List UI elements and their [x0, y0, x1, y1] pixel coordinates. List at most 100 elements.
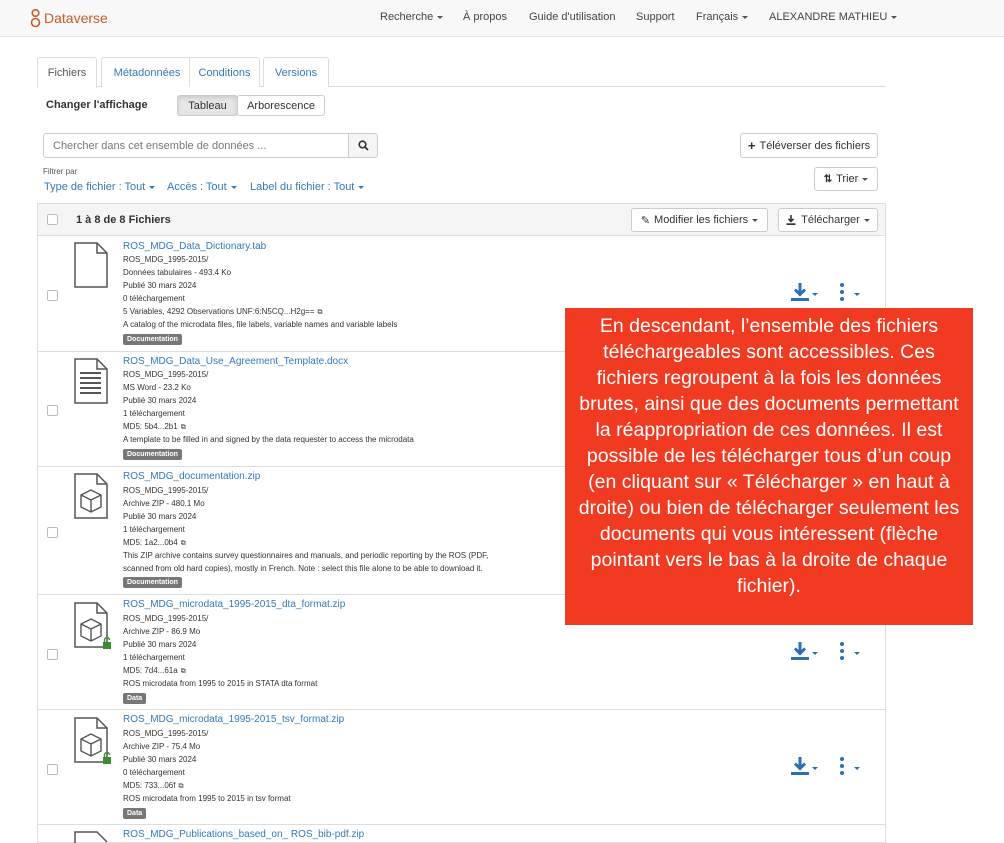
copy-icon[interactable]: ⧉: [181, 540, 186, 547]
tab-versions[interactable]: Versions: [263, 57, 329, 87]
files-count: 1 à 8 de 8 Fichiers: [76, 214, 171, 226]
file-name-link[interactable]: ROS_MDG_microdata_1995-2015_dta_format.z…: [123, 599, 345, 610]
file-row-checkbox[interactable]: [47, 405, 58, 416]
tab-metadata[interactable]: Métadonnées: [101, 57, 193, 87]
file-download-count: 0 téléchargement: [123, 294, 185, 303]
upload-files-label: Téléverser des fichiers: [759, 139, 871, 152]
file-name-link[interactable]: ROS_MDG_Data_Dictionary.tab: [123, 241, 266, 252]
download-all-label: Télécharger: [801, 214, 860, 226]
file-archive-restricted-icon: [74, 602, 111, 649]
dataset-search-input[interactable]: [43, 133, 349, 158]
copy-icon[interactable]: ⧉: [178, 783, 183, 790]
file-document-icon: [74, 358, 108, 404]
file-tag: Documentation: [123, 449, 182, 460]
file-description: A catalog of the microdata files, file l…: [123, 320, 398, 329]
file-description: ROS microdata from 1995 to 2015 in tsv f…: [123, 794, 291, 803]
nav-about[interactable]: À propos: [463, 11, 507, 23]
copy-icon[interactable]: ⧉: [318, 309, 323, 316]
chevron-down-icon[interactable]: [854, 767, 860, 770]
copy-icon[interactable]: ⧉: [181, 424, 186, 431]
filter-file-tag-label: Label du fichier : Tout: [250, 181, 355, 193]
file-row-checkbox[interactable]: [47, 527, 58, 538]
view-table-button[interactable]: Tableau: [177, 95, 238, 116]
nav-user-menu[interactable]: ALEXANDRE MATHIEU: [769, 11, 898, 23]
chevron-down-icon[interactable]: [812, 652, 818, 655]
file-download-count: 1 téléchargement: [123, 525, 185, 534]
kebab-icon[interactable]: [840, 757, 844, 775]
download-all-button[interactable]: Télécharger: [778, 208, 878, 232]
chevron-down-icon[interactable]: [812, 767, 818, 770]
edit-files-button[interactable]: ✎ Modifier les fichiers: [631, 208, 768, 232]
file-name-link[interactable]: ROS_MDG_Publications_based_on_ ROS_bib-p…: [123, 829, 364, 840]
upload-files-button[interactable]: + Téléverser des fichiers: [740, 133, 878, 158]
file-row-checkbox[interactable]: [47, 290, 58, 301]
file-checksum: MD5: 5b4...2b1 ⧉: [123, 420, 186, 434]
file-name-link[interactable]: ROS_MDG_documentation.zip: [123, 471, 260, 482]
nav-search[interactable]: Recherche: [380, 11, 444, 23]
chevron-down-icon[interactable]: [812, 293, 818, 296]
dataset-tabs: Fichiers Métadonnées Conditions Versions: [37, 57, 886, 88]
file-checksum-text: MD5: 733...06f: [123, 781, 176, 790]
tab-files[interactable]: Fichiers: [37, 57, 97, 88]
sort-icon: ⇅: [823, 173, 833, 185]
file-download-count: 1 téléchargement: [123, 653, 185, 662]
file-publish-date: Publié 30 mars 2024: [123, 396, 197, 405]
file-checksum: MD5: 7d4...61a ⧉: [123, 664, 186, 678]
filter-access-label: Accès : Tout: [167, 181, 227, 193]
filter-access[interactable]: Accès : Tout: [167, 181, 237, 193]
file-folder: ROS_MDG_1995-2015/: [123, 614, 209, 623]
file-type-size: Archive ZIP - 75.4 Mo: [123, 742, 201, 751]
nav-language-label: Français: [696, 11, 739, 23]
download-icon[interactable]: [790, 641, 810, 661]
file-publish-date: Publié 30 mars 2024: [123, 640, 197, 649]
nav-search-label: Recherche: [380, 11, 434, 23]
search-button[interactable]: [348, 133, 378, 158]
edit-files-label: Modifier les fichiers: [654, 214, 749, 226]
file-row-checkbox[interactable]: [47, 649, 58, 660]
download-icon[interactable]: [790, 756, 810, 776]
chevron-down-icon[interactable]: [854, 293, 860, 296]
brand-name: Dataverse: [44, 10, 108, 26]
chevron-down-icon: [358, 185, 365, 189]
chevron-down-icon: [742, 15, 749, 19]
sort-button[interactable]: ⇅ Trier: [814, 167, 878, 191]
select-all-checkbox[interactable]: [47, 214, 58, 225]
file-type-size: Archive ZIP - 480.1 Mo: [123, 499, 205, 508]
chevron-down-icon: [891, 15, 898, 19]
filter-file-tag[interactable]: Label du fichier : Tout: [250, 181, 365, 193]
nav-support[interactable]: Support: [636, 11, 675, 23]
tab-terms[interactable]: Conditions: [189, 57, 260, 87]
chevron-down-icon: [752, 218, 759, 222]
download-icon: [786, 215, 796, 225]
chevron-down-icon: [230, 185, 237, 189]
copy-icon[interactable]: ⧉: [181, 668, 186, 675]
view-tree-button[interactable]: Arborescence: [237, 95, 325, 116]
file-row-actions: [790, 641, 860, 661]
nav-user-guide[interactable]: Guide d'utilisation: [529, 11, 616, 23]
filter-label: Filtrer par: [43, 167, 78, 176]
file-description: This ZIP archive contains survey questio…: [123, 551, 489, 560]
file-row-checkbox[interactable]: [47, 764, 58, 775]
file-publish-date: Publié 30 mars 2024: [123, 281, 197, 290]
file-row-actions: [790, 282, 860, 302]
file-row-actions: [790, 756, 860, 776]
sort-label: Trier: [836, 173, 859, 185]
download-icon[interactable]: [790, 282, 810, 302]
kebab-icon[interactable]: [840, 283, 844, 301]
chevron-down-icon: [437, 15, 444, 19]
file-type-size: MS Word - 23.2 Ko: [123, 383, 191, 392]
file-name-link[interactable]: ROS_MDG_Data_Use_Agreement_Template.docx: [123, 356, 348, 367]
file-archive-icon: [74, 473, 108, 519]
dataverse-logo-icon: [30, 8, 41, 28]
file-description: ROS microdata from 1995 to 2015 in STATA…: [123, 679, 318, 688]
kebab-icon[interactable]: [840, 642, 844, 660]
nav-language[interactable]: Français: [696, 11, 749, 23]
file-checksum: 5 Variables, 4292 Observations UNF:6:N5C…: [123, 305, 323, 319]
chevron-down-icon[interactable]: [854, 652, 860, 655]
navbar: Dataverse Recherche À propos Guide d'uti…: [0, 0, 1004, 37]
brand-logo[interactable]: Dataverse: [30, 8, 108, 28]
file-folder: ROS_MDG_1995-2015/: [123, 729, 209, 738]
file-name-link[interactable]: ROS_MDG_microdata_1995-2015_tsv_format.z…: [123, 714, 344, 725]
filter-file-type[interactable]: Type de fichier : Tout: [44, 181, 156, 193]
file-tag: Documentation: [123, 334, 182, 345]
